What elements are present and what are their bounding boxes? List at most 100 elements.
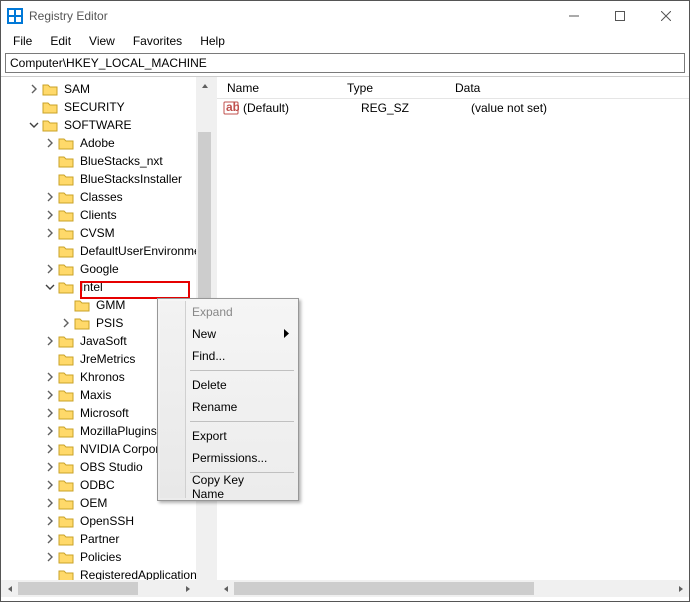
- app-icon: [7, 8, 23, 24]
- folder-icon: [58, 154, 74, 168]
- values-horizontal-scrollbar[interactable]: [217, 580, 689, 597]
- context-menu: Expand New Find... Delete Rename Export …: [157, 298, 299, 501]
- scroll-left-arrow-icon[interactable]: [217, 580, 234, 597]
- expander-blank: [44, 353, 56, 365]
- tree-label: OpenSSH: [78, 512, 136, 530]
- folder-icon: [42, 118, 58, 132]
- chevron-right-icon[interactable]: [60, 317, 72, 329]
- scroll-track[interactable]: [18, 580, 179, 597]
- tree-node-intel[interactable]: Intel: [4, 278, 196, 296]
- ctx-permissions[interactable]: Permissions...: [160, 447, 296, 469]
- tree-node-classes[interactable]: Classes: [4, 188, 196, 206]
- tree-label: CVSM: [78, 224, 117, 242]
- scroll-thumb[interactable]: [18, 582, 138, 595]
- tree-node-bluestacksinstaller[interactable]: BlueStacksInstaller: [4, 170, 196, 188]
- menubar: File Edit View Favorites Help: [1, 31, 689, 51]
- menu-edit[interactable]: Edit: [42, 32, 79, 50]
- scroll-up-arrow-icon[interactable]: [196, 77, 213, 94]
- chevron-right-icon[interactable]: [44, 263, 56, 275]
- menu-help[interactable]: Help: [192, 32, 233, 50]
- tree-node-software[interactable]: SOFTWARE: [4, 116, 196, 134]
- menu-file[interactable]: File: [5, 32, 40, 50]
- tree-node-security[interactable]: SECURITY: [4, 98, 196, 116]
- ctx-export[interactable]: Export: [160, 425, 296, 447]
- chevron-right-icon[interactable]: [44, 515, 56, 527]
- tree-node-defaultuserenv[interactable]: DefaultUserEnvironment: [4, 242, 196, 260]
- ctx-new[interactable]: New: [160, 323, 296, 345]
- chevron-right-icon[interactable]: [44, 551, 56, 563]
- chevron-right-icon[interactable]: [44, 461, 56, 473]
- chevron-right-icon[interactable]: [44, 533, 56, 545]
- tree-node-bluestacks-nxt[interactable]: BlueStacks_nxt: [4, 152, 196, 170]
- titlebar: Registry Editor: [1, 1, 689, 31]
- tree-node-policies[interactable]: Policies: [4, 548, 196, 566]
- tree-label: SOFTWARE: [62, 116, 134, 134]
- ctx-label: Permissions...: [192, 451, 267, 465]
- tree-node-sam[interactable]: SAM: [4, 80, 196, 98]
- ctx-separator: [190, 370, 294, 371]
- chevron-right-icon[interactable]: [44, 335, 56, 347]
- folder-icon: [58, 226, 74, 240]
- tree-node-clients[interactable]: Clients: [4, 206, 196, 224]
- chevron-right-icon[interactable]: [44, 137, 56, 149]
- tree-node-cvsm[interactable]: CVSM: [4, 224, 196, 242]
- tree-label: Microsoft: [78, 404, 131, 422]
- minimize-button[interactable]: [551, 1, 597, 31]
- tree-label: Intel: [78, 278, 105, 296]
- folder-icon: [58, 352, 74, 366]
- ctx-copy-key-name[interactable]: Copy Key Name: [160, 476, 296, 498]
- chevron-right-icon[interactable]: [44, 209, 56, 221]
- tree-label: DefaultUserEnvironment: [78, 242, 196, 260]
- menu-view[interactable]: View: [81, 32, 123, 50]
- tree-node-openssh[interactable]: OpenSSH: [4, 512, 196, 530]
- list-header: Name Type Data: [217, 77, 689, 99]
- column-header-type[interactable]: Type: [341, 78, 449, 98]
- tree-label: PSIS: [94, 314, 125, 332]
- chevron-right-icon[interactable]: [44, 479, 56, 491]
- chevron-right-icon[interactable]: [44, 371, 56, 383]
- value-row[interactable]: ab (Default) REG_SZ (value not set): [217, 99, 689, 117]
- tree-node-google[interactable]: Google: [4, 260, 196, 278]
- chevron-right-icon[interactable]: [44, 227, 56, 239]
- scroll-right-arrow-icon[interactable]: [179, 580, 196, 597]
- chevron-right-icon[interactable]: [28, 83, 40, 95]
- expander-blank: [60, 299, 72, 311]
- tree-label: Adobe: [78, 134, 117, 152]
- scroll-corner: [196, 580, 213, 597]
- address-bar[interactable]: Computer\HKEY_LOCAL_MACHINE: [5, 53, 685, 73]
- folder-icon: [58, 532, 74, 546]
- chevron-right-icon[interactable]: [44, 191, 56, 203]
- chevron-down-icon[interactable]: [44, 281, 56, 293]
- column-header-name[interactable]: Name: [221, 78, 341, 98]
- chevron-right-icon[interactable]: [44, 497, 56, 509]
- chevron-right-icon[interactable]: [44, 425, 56, 437]
- expander-blank: [44, 245, 56, 257]
- scroll-left-arrow-icon[interactable]: [1, 580, 18, 597]
- tree-label: RegisteredApplications: [78, 566, 196, 580]
- ctx-rename[interactable]: Rename: [160, 396, 296, 418]
- tree-node-registeredapps[interactable]: RegisteredApplications: [4, 566, 196, 580]
- tree-node-partner[interactable]: Partner: [4, 530, 196, 548]
- close-button[interactable]: [643, 1, 689, 31]
- submenu-arrow-icon: [283, 327, 290, 341]
- ctx-delete[interactable]: Delete: [160, 374, 296, 396]
- scroll-thumb[interactable]: [234, 582, 534, 595]
- menu-favorites[interactable]: Favorites: [125, 32, 190, 50]
- folder-icon: [58, 280, 74, 294]
- tree-node-adobe[interactable]: Adobe: [4, 134, 196, 152]
- tree-horizontal-scrollbar[interactable]: [1, 580, 196, 597]
- maximize-button[interactable]: [597, 1, 643, 31]
- column-header-data[interactable]: Data: [449, 78, 689, 98]
- chevron-right-icon[interactable]: [44, 407, 56, 419]
- chevron-right-icon[interactable]: [44, 443, 56, 455]
- ctx-find[interactable]: Find...: [160, 345, 296, 367]
- chevron-down-icon[interactable]: [28, 119, 40, 131]
- ctx-label: Copy Key Name: [192, 473, 272, 501]
- tree-label: Policies: [78, 548, 123, 566]
- scroll-right-arrow-icon[interactable]: [672, 580, 689, 597]
- tree-label: OEM: [78, 494, 109, 512]
- chevron-right-icon[interactable]: [44, 389, 56, 401]
- tree-label: Maxis: [78, 386, 113, 404]
- scroll-track[interactable]: [234, 580, 672, 597]
- folder-icon: [58, 550, 74, 564]
